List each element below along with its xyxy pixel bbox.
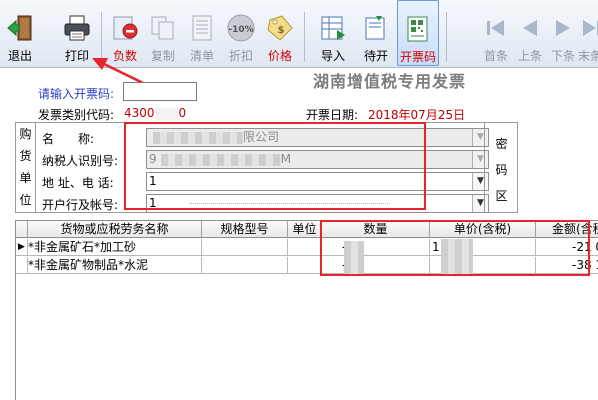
- invoice-code-value: [124, 83, 126, 97]
- pending-label: 待开: [363, 49, 388, 63]
- price-tag-icon: $: [267, 15, 293, 41]
- last-record-icon: [583, 20, 598, 36]
- row-indicator[interactable]: ▶: [16, 239, 28, 256]
- buyer-unit-label: 购 货 单 位: [16, 123, 36, 212]
- price-label: 价格: [267, 49, 292, 63]
- discount-button[interactable]: -10% 折扣: [221, 0, 261, 66]
- buyer-tax-id-end: M: [280, 152, 291, 166]
- exit-label: 退出: [7, 49, 32, 63]
- redacted-block: [154, 107, 179, 120]
- buyer-address-select[interactable]: 1 ▼: [146, 172, 489, 191]
- code-prompt-label: 请输入开票码:: [38, 87, 115, 101]
- svg-text:$: $: [278, 25, 285, 36]
- exit-button[interactable]: 退出: [0, 0, 40, 66]
- invoice-code-button[interactable]: 开票码: [397, 0, 439, 66]
- discount-icon: -10%: [227, 14, 255, 42]
- row-indicator[interactable]: [16, 257, 28, 274]
- buyer-tax-id-label: 纳税人识别号:: [42, 154, 119, 168]
- price-button[interactable]: $ 价格: [260, 0, 300, 66]
- table-row-spec[interactable]: [202, 257, 288, 274]
- goods-grid: 货物或应税劳务名称 规格型号 单位 数量 单价(含税) 金额(含税) ▶ *非金…: [15, 220, 598, 400]
- column-header-quantity[interactable]: 数量: [322, 221, 430, 238]
- buyer-bank-label: 开户行及帐号:: [42, 198, 119, 212]
- buyer-tax-id-select[interactable]: 9M ▼: [146, 150, 489, 169]
- toolbar-separator: [304, 12, 305, 62]
- toolbar-separator: [446, 12, 447, 62]
- first-record-icon: [487, 20, 504, 36]
- table-row-quantity[interactable]: -: [322, 239, 430, 256]
- list-button[interactable]: 清单: [182, 0, 222, 66]
- table-row-unit[interactable]: [288, 239, 322, 256]
- exit-door-icon: [7, 15, 32, 41]
- password-area-char: 密: [495, 137, 508, 151]
- column-header-unit-price[interactable]: 单价(含税): [430, 221, 536, 238]
- list-icon: [192, 15, 212, 41]
- last-record-button[interactable]: 末条: [576, 0, 598, 66]
- table-row-unit[interactable]: [288, 257, 322, 274]
- previous-record-icon: [523, 20, 537, 36]
- negative-invoice-icon: [113, 16, 138, 40]
- buyer-side-char: 货: [19, 149, 32, 163]
- buyer-name-label: 名 称:: [42, 132, 95, 146]
- invoice-date-value: 2018年07月25日: [368, 108, 466, 122]
- buyer-name-value: 限公司: [243, 130, 280, 144]
- buyer-address-start: 1: [149, 174, 157, 188]
- table-row-name[interactable]: *非金属矿石*加工砂: [28, 239, 202, 256]
- buyer-bank-start: 1: [149, 196, 157, 210]
- print-button[interactable]: 打印: [57, 0, 97, 66]
- buyer-info-panel: 购 货 单 位 名 称: 限公司 ▼ 纳税人识别号: 9M ▼ 地 址、电 话:…: [15, 122, 518, 213]
- invoice-code-icon: [407, 16, 428, 42]
- invoice-code-input[interactable]: [123, 82, 197, 101]
- next-record-icon: [556, 20, 570, 36]
- column-header-spec[interactable]: 规格型号: [202, 221, 288, 238]
- column-header-name[interactable]: 货物或应税劳务名称: [28, 221, 202, 238]
- category-code-start: 4300: [124, 106, 155, 120]
- table-row-name[interactable]: *非金属矿物制品*水泥: [28, 257, 202, 274]
- buyer-side-char: 单: [19, 171, 32, 185]
- buyer-side-char: 位: [19, 193, 32, 207]
- password-area-char: 区: [495, 189, 508, 203]
- category-code-label: 发票类别代码:: [38, 108, 115, 122]
- redacted-block: [441, 239, 473, 275]
- redacted-block: [153, 131, 243, 144]
- table-row-amount[interactable]: -21 04: [536, 239, 598, 256]
- buyer-side-char: 购: [19, 127, 32, 141]
- redacted-block: [160, 153, 281, 166]
- table-row-spec[interactable]: [202, 239, 288, 256]
- pending-icon: [365, 16, 385, 40]
- buyer-tax-id-start: 9: [149, 152, 157, 166]
- buyer-bank-select[interactable]: 1 ▼: [146, 194, 489, 213]
- invoice-code-label: 开票码: [399, 50, 436, 64]
- last-record-label: 末条: [578, 49, 598, 63]
- column-header-amount[interactable]: 金额(含税): [536, 221, 598, 238]
- copy-icon: [151, 16, 174, 40]
- print-label: 打印: [64, 49, 89, 63]
- category-code-value: 4300 0: [124, 106, 186, 120]
- import-button[interactable]: 导入: [313, 0, 353, 66]
- import-label: 导入: [320, 49, 345, 63]
- redacted-block: [344, 241, 364, 275]
- invoice-title: 湖南增值税专用发票: [313, 72, 467, 91]
- printer-icon: [64, 15, 90, 41]
- invoice-date-label: 开票日期:: [306, 108, 359, 122]
- pending-button[interactable]: 待开: [356, 0, 396, 66]
- toolbar: 退出 打印 负数 复制 清单 -10% 折扣 $ 价格 导入 待开 开票码 首条…: [0, 0, 598, 68]
- import-icon: [321, 16, 345, 40]
- copy-button[interactable]: 复制: [143, 0, 183, 66]
- buyer-name-select[interactable]: 限公司 ▼: [146, 128, 489, 147]
- table-row-amount[interactable]: -38 17: [536, 257, 598, 274]
- redacted-block: [190, 203, 391, 204]
- table-row-quantity[interactable]: -9: [322, 257, 430, 274]
- password-area-char: 码: [495, 163, 508, 177]
- column-header-unit[interactable]: 单位: [288, 221, 322, 238]
- discount-icon-text: -10%: [228, 25, 253, 35]
- password-area: 密 码 区: [484, 123, 518, 212]
- grid-corner: [16, 221, 28, 238]
- category-code-end: 0: [178, 106, 187, 120]
- buyer-address-label: 地 址、电 话:: [42, 176, 114, 190]
